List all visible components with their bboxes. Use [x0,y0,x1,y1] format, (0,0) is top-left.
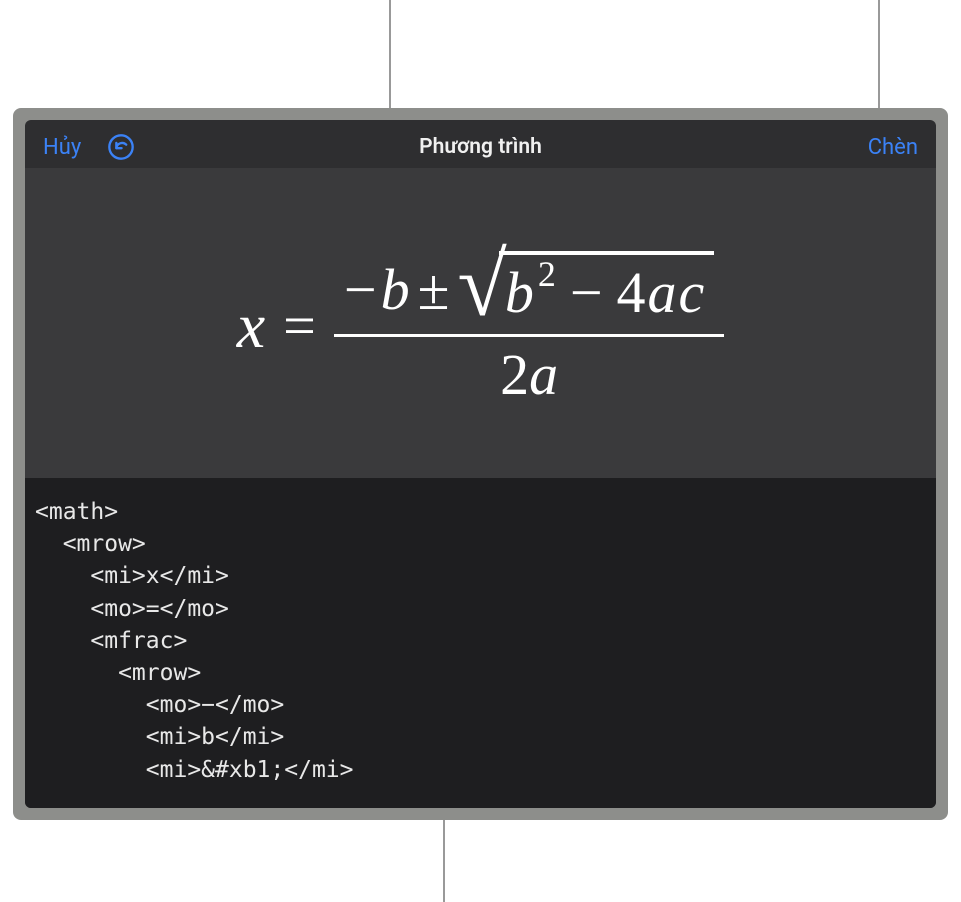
undo-button[interactable] [105,131,137,163]
header-bar: Hủy Phương trình Chèn [25,120,936,168]
eq-b-squared-base: b [505,259,534,326]
eq-numerator: − b ± √ b 2 − 4 a c [334,244,724,334]
equation-preview: x = − b ± √ b 2 − 4 [25,168,936,478]
eq-fraction: − b ± √ b 2 − 4 a c [334,244,724,408]
rendered-equation: x = − b ± √ b 2 − 4 [237,244,725,408]
eq-plus-minus: ± [418,256,450,323]
equation-editor-window: Hủy Phương trình Chèn x = − b ± [13,108,948,820]
undo-icon [107,133,135,161]
eq-variable-x: x [237,289,265,363]
insert-button[interactable]: Chèn [868,135,918,160]
eq-b: b [381,256,410,323]
callout-line-insert [878,0,880,108]
eq-exponent-2: 2 [538,253,556,295]
eq-sqrt: √ b 2 − 4 a c [457,244,714,326]
cancel-button[interactable]: Hủy [43,135,81,160]
eq-den-two: 2 [500,341,529,408]
eq-den-a: a [529,341,558,408]
callout-line-code [443,820,445,902]
mathml-code-input[interactable]: <math> <mrow> <mi>x</mi> <mo>=</mo> <mfr… [25,478,936,808]
sqrt-radical-icon: √ [457,250,506,332]
eq-denominator: 2 a [500,337,558,408]
eq-c: c [679,259,705,326]
eq-minus: − [570,259,603,326]
window-inner: Hủy Phương trình Chèn x = − b ± [25,120,936,808]
eq-a: a [648,259,677,326]
eq-four: 4 [617,259,646,326]
eq-negative-sign: − [344,256,377,323]
eq-radicand: b 2 − 4 a c [499,251,714,326]
dialog-title: Phương trình [419,135,542,159]
eq-equals-sign: = [283,292,316,359]
